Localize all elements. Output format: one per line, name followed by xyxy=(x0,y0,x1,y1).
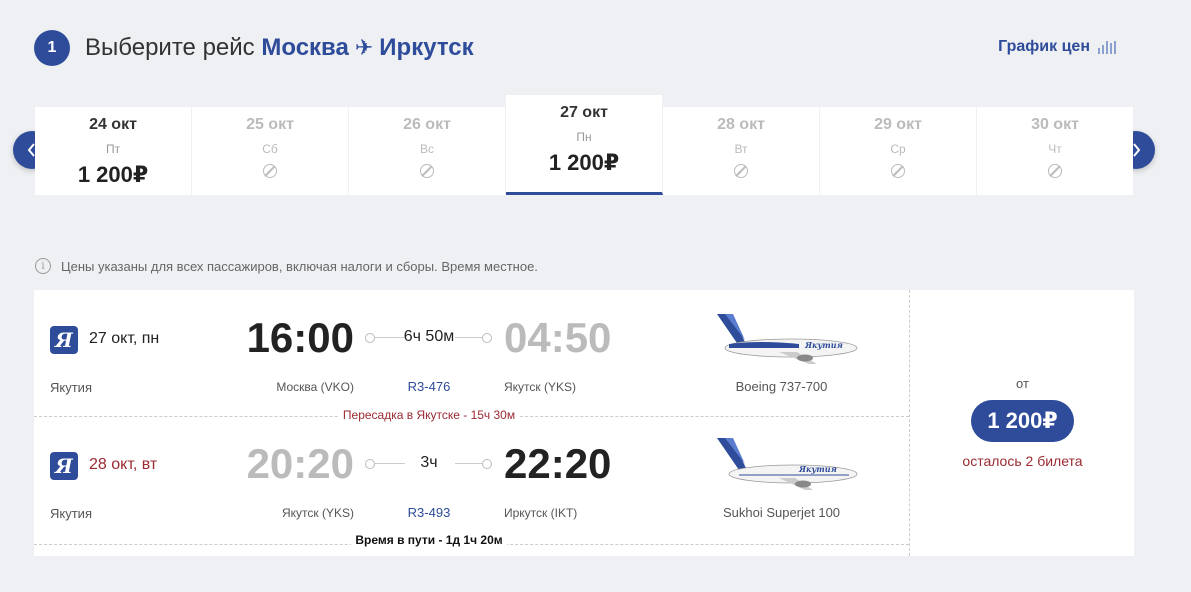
date-label: 26 окт xyxy=(403,116,451,133)
date-label: 28 окт xyxy=(717,116,765,133)
route-line xyxy=(455,337,485,338)
route-dot xyxy=(482,459,492,469)
date-label: 29 окт xyxy=(874,116,922,133)
date-label: 30 окт xyxy=(1031,116,1079,133)
airline-logo-icon: Я xyxy=(50,326,78,354)
segment-date: 28 окт, вт xyxy=(89,456,158,473)
airline-name: Якутия xyxy=(50,380,92,395)
aircraft-model: Sukhoi Superjet 100 xyxy=(722,505,841,520)
date-price: 1 200₽ xyxy=(77,162,149,187)
flight-segment-2: Я 28 окт, вт Якутия 20:20 3ч 22:20 Якутс… xyxy=(34,416,909,545)
info-icon: i xyxy=(35,258,51,274)
price-column: от 1 200₽ осталось 2 билета xyxy=(909,290,1135,556)
route-dot xyxy=(482,333,492,343)
arrival-airport: Иркутск (IKT) xyxy=(504,506,578,520)
unavailable-icon xyxy=(420,164,434,178)
route-line xyxy=(455,463,485,464)
aircraft-image: Якутия xyxy=(717,314,858,364)
route-dot xyxy=(365,459,375,469)
select-price-button[interactable]: 1 200₽ xyxy=(971,400,1074,442)
flight-segment-1: Я 27 окт, пн Якутия 16:00 6ч 50м 04:50 М… xyxy=(34,290,909,417)
weekday-label: Пт xyxy=(105,142,121,156)
destination-city: Иркутск xyxy=(379,34,474,61)
aircraft-image: Якутия xyxy=(717,438,858,490)
date-label: 25 окт xyxy=(246,116,294,133)
weekday-label: Пн xyxy=(576,130,592,144)
weekday-label: Вт xyxy=(734,142,748,156)
airline-name: Якутия xyxy=(50,506,92,521)
date-tab-27[interactable]: 27 окт Пн 1 200₽ xyxy=(506,95,663,195)
weekday-label: Ср xyxy=(890,142,906,156)
airline-logo-icon: Я xyxy=(50,452,78,480)
date-tab-25[interactable]: 25 окт Сб xyxy=(192,107,349,195)
page-title: Выберите рейс Москва ✈ Иркутск xyxy=(85,34,474,62)
date-tab-24[interactable]: 24 окт Пт 1 200₽ xyxy=(35,107,192,195)
total-travel-time: Время в пути - 1д 1ч 20м xyxy=(34,533,824,547)
step-badge: 1 xyxy=(34,30,70,66)
flight-number[interactable]: R3-493 xyxy=(394,505,464,520)
date-price: 1 200₽ xyxy=(548,150,620,175)
price-chart-label: График цен xyxy=(998,38,1090,55)
date-label: 27 окт xyxy=(560,104,608,121)
segment-date: 27 окт, пн xyxy=(89,330,160,347)
svg-text:Якутия: Якутия xyxy=(798,464,837,474)
total-time-text: Время в пути - 1д 1ч 20м xyxy=(351,533,507,547)
date-tab-26[interactable]: 26 окт Вс xyxy=(349,107,506,195)
date-label: 24 окт xyxy=(89,116,137,133)
departure-airport: Москва (VKO) xyxy=(276,380,354,394)
departure-time: 20:20 xyxy=(246,440,354,487)
date-tab-29[interactable]: 29 окт Ср xyxy=(820,107,977,195)
departure-airport: Якутск (YKS) xyxy=(282,506,354,520)
notice-text: Цены указаны для всех пассажиров, включа… xyxy=(61,258,538,274)
bar-chart-icon xyxy=(1098,40,1116,54)
unavailable-icon xyxy=(734,164,748,178)
tickets-left: осталось 2 билета xyxy=(962,453,1083,469)
date-tab-28[interactable]: 28 окт Вт xyxy=(663,107,820,195)
plane-icon: ✈ xyxy=(354,35,374,60)
arrival-time: 04:50 xyxy=(504,314,612,361)
page-header: 1 Выберите рейс Москва ✈ Иркутск xyxy=(34,30,474,66)
aircraft-model: Boeing 737-700 xyxy=(735,379,828,394)
flight-card[interactable]: Я 27 окт, пн Якутия 16:00 6ч 50м 04:50 М… xyxy=(34,290,1134,556)
price-chart-link[interactable]: График цен xyxy=(998,38,1116,56)
route-dot xyxy=(365,333,375,343)
unavailable-icon xyxy=(891,164,905,178)
unavailable-icon xyxy=(1048,164,1062,178)
arrival-time: 22:20 xyxy=(504,440,612,487)
unavailable-icon xyxy=(263,164,277,178)
weekday-label: Сб xyxy=(262,142,278,156)
flight-segments: Я 27 окт, пн Якутия 16:00 6ч 50м 04:50 М… xyxy=(34,290,909,556)
departure-time: 16:00 xyxy=(246,314,354,361)
title-prefix: Выберите рейс xyxy=(85,34,255,61)
svg-text:Якутия: Якутия xyxy=(804,340,843,350)
weekday-label: Вс xyxy=(419,142,434,156)
origin-city: Москва xyxy=(261,34,349,61)
arrival-airport: Якутск (YKS) xyxy=(504,380,576,394)
flight-number[interactable]: R3-476 xyxy=(394,379,464,394)
flight-duration: 6ч 50м xyxy=(403,328,455,345)
weekday-label: Чт xyxy=(1048,142,1062,156)
flight-duration: 3ч xyxy=(420,454,438,471)
price-notice: i Цены указаны для всех пассажиров, вклю… xyxy=(35,258,538,274)
transfer-text: Пересадка в Якутске - 15ч 30м xyxy=(338,408,520,422)
date-tab-30[interactable]: 30 окт Чт xyxy=(977,107,1133,195)
date-selector: 24 окт Пт 1 200₽ 25 окт Сб 26 окт Вс 27 … xyxy=(35,95,1133,195)
price-from-label: от xyxy=(1016,376,1029,391)
transfer-info: Пересадка в Якутске - 15ч 30м xyxy=(34,408,824,422)
